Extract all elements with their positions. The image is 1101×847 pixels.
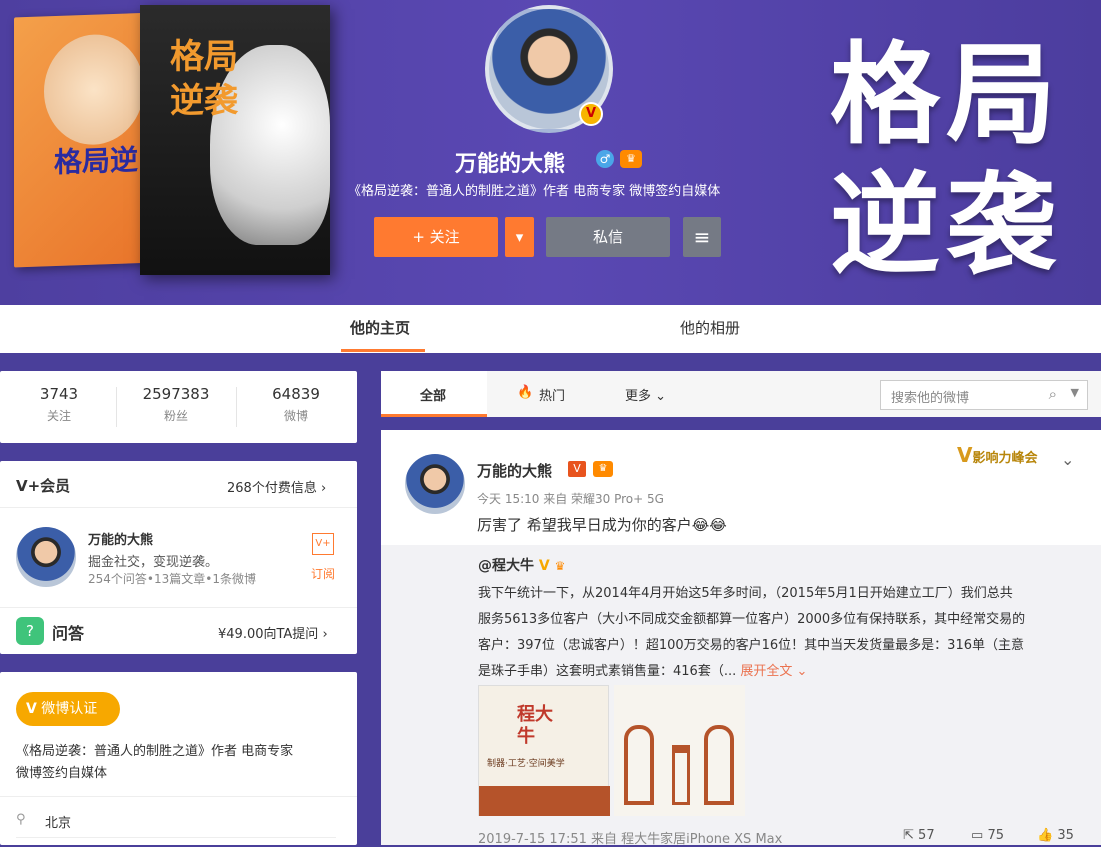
chevron-down-icon[interactable]: ⌄ [1061, 450, 1074, 469]
repost-text: 我下午统计一下，从2014年4月开始这5年多时间，（2015年5月1日开始建立工… [478, 586, 1026, 679]
book-cover-cat: 格局逆 [14, 12, 154, 268]
qa-icon: ? [16, 617, 44, 645]
post-meta: 今天 15:10 来自 荣耀30 Pro+ 5G [477, 492, 664, 506]
active-tab-underline [341, 349, 425, 352]
share-icon: ⇱ [903, 828, 914, 843]
feed-post: 万能的大熊 V ♛ V影响力峰会 ⌄ 今天 15:10 来自 荣耀30 Pro+… [381, 430, 1101, 847]
thumbs-up-icon: 👍 [1037, 828, 1054, 843]
feed-tab-all[interactable]: 全部 [420, 385, 446, 404]
book-cover-unicorn: 格局逆袭 [140, 5, 330, 275]
chevron-down-icon: ⌄ [655, 389, 667, 404]
member-slogan: 掘金社交，变现逆袭。 [88, 555, 219, 570]
comment-icon: ▭ [971, 828, 984, 843]
feed-tab-hot[interactable]: 热门 [539, 385, 565, 404]
vplus-title: V+会员 [16, 477, 71, 495]
laugh-cry-emoji-icon: 😂😂 [691, 516, 727, 534]
profile-description: 《格局逆袭：普通人的制胜之道》作者 电商专家 微博签约自媒体 [348, 184, 721, 199]
tab-album[interactable]: 他的相册 [680, 317, 740, 338]
fire-icon: 🔥 [517, 385, 534, 400]
stat-following[interactable]: 3743 关注 [0, 385, 118, 424]
verified-badge[interactable]: V 微博认证 [16, 692, 120, 726]
repost-image-chairs[interactable] [614, 685, 745, 816]
vip-v-icon: V [568, 461, 586, 477]
follow-button[interactable]: + 关注 [374, 217, 498, 257]
follow-dropdown-button[interactable]: ▾ [505, 217, 534, 257]
post-author-name[interactable]: 万能的大熊 [477, 460, 552, 481]
feed-tab-more[interactable]: 更多 ⌄ [625, 385, 666, 404]
crown-icon: ♛ [593, 461, 613, 477]
cover-title: 格局 逆袭 [830, 31, 1062, 289]
male-icon: ♂ [596, 150, 614, 168]
location-text: 北京 [45, 816, 72, 831]
vplus-paid-info-link[interactable]: 268个付费信息 › [227, 477, 326, 496]
summit-badge: V影响力峰会 [957, 443, 1038, 467]
subscribe-icon[interactable]: V+ [312, 533, 334, 555]
subscribe-link[interactable]: 订阅 [311, 565, 335, 582]
expand-link[interactable]: 展开全文 ⌄ [740, 664, 807, 679]
vplus-card: V+会员 268个付费信息 › 万能的大熊 掘金社交，变现逆袭。 254个问答•… [0, 461, 357, 654]
repost-image-brand[interactable]: 程大牛 制器·工艺·空间美学 [478, 685, 610, 816]
post-text: 厉害了 希望我早日成为你的客户😂😂 [477, 516, 727, 534]
v-icon: V [26, 701, 37, 717]
repost-author[interactable]: @程大牛 V ♛ [478, 555, 565, 575]
verify-card: V 微博认证 《格局逆袭：普通人的制胜之道》作者 电商专家 微博签约自媒体 ⚲ … [0, 672, 357, 845]
tab-home[interactable]: 他的主页 [350, 317, 410, 338]
verified-v-icon: V [579, 102, 603, 126]
comment-button[interactable]: ▭ 75 [971, 828, 1004, 843]
stat-fans[interactable]: 2597383 粉丝 [117, 385, 235, 424]
like-button[interactable]: 👍 35 [1037, 828, 1074, 843]
verify-line1: 《格局逆袭：普通人的制胜之道》作者 电商专家 [16, 744, 294, 759]
verify-line2: 微博签约自媒体 [16, 766, 108, 781]
chevron-right-icon: › [320, 481, 327, 496]
member-name: 万能的大熊 [88, 533, 154, 548]
menu-button[interactable]: ≡ [683, 217, 721, 257]
profile-tabs: 他的主页 他的相册 [0, 305, 1101, 353]
stats-card: 3743 关注 2597383 粉丝 64839 微博 [0, 371, 357, 443]
qa-ask-link[interactable]: ¥49.00向TA提问 › [218, 623, 328, 642]
location-icon: ⚲ [16, 812, 26, 827]
search-input[interactable]: 搜索他的微博 ⌕ ▼ [880, 380, 1088, 410]
crown-icon: ♛ [620, 150, 642, 168]
post-author-avatar[interactable] [405, 454, 465, 514]
caret-down-icon[interactable]: ▼ [1071, 386, 1079, 399]
v-icon: V [538, 558, 550, 574]
search-icon[interactable]: ⌕ [1049, 385, 1057, 403]
profile-name: 万能的大熊 [455, 152, 566, 177]
stat-weibo[interactable]: 64839 微博 [237, 385, 355, 424]
chevron-right-icon: › [322, 627, 328, 642]
member-avatar[interactable] [16, 527, 76, 587]
qa-title: 问答 [52, 624, 85, 643]
repost-meta: 2019-7-15 17:51 来自 程大牛家居iPhone XS Max [478, 832, 783, 847]
crown-icon: ♛ [554, 559, 566, 573]
message-button[interactable]: 私信 [546, 217, 670, 257]
member-stats: 254个问答•13篇文章•1条微博 [88, 572, 256, 586]
forward-button[interactable]: ⇱ 57 [903, 828, 935, 843]
